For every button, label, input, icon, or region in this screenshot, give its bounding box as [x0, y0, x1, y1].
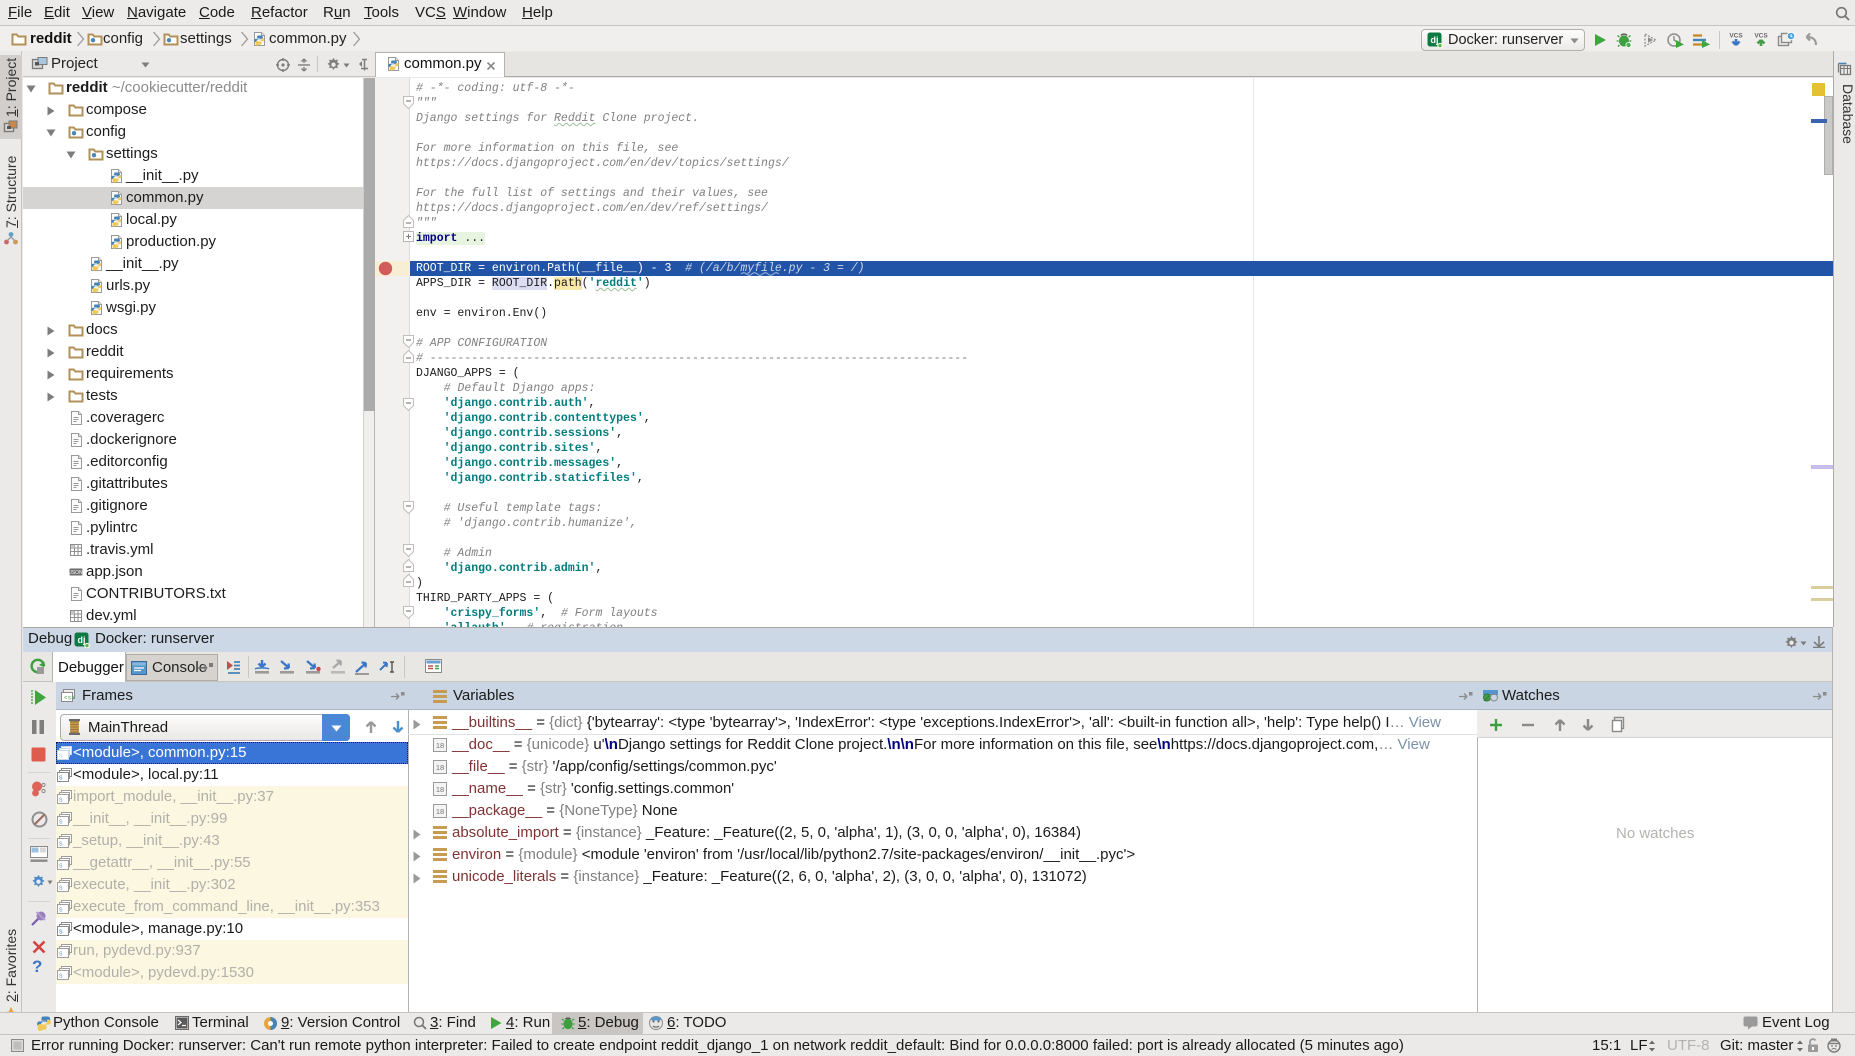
- svg-text:18: 18: [436, 763, 444, 772]
- svg-text:VCS: VCS: [1729, 33, 1743, 40]
- svg-text:s: s: [59, 885, 63, 892]
- svg-text:dj: dj: [78, 635, 86, 645]
- svg-text:s: s: [59, 841, 63, 848]
- svg-text:s: s: [59, 929, 63, 936]
- svg-text:dj: dj: [1431, 35, 1439, 45]
- svg-text:s: s: [59, 753, 63, 760]
- svg-text:s: s: [59, 819, 63, 826]
- svg-text:VCS: VCS: [1754, 33, 1768, 40]
- svg-text:18: 18: [436, 741, 444, 750]
- svg-text:18: 18: [436, 785, 444, 794]
- svg-text:<s>: <s>: [64, 695, 75, 702]
- svg-text:JSON: JSON: [69, 570, 83, 576]
- svg-text:s: s: [59, 797, 63, 804]
- svg-text:s: s: [59, 973, 63, 980]
- svg-text:18: 18: [436, 807, 444, 816]
- svg-text:s: s: [59, 863, 63, 870]
- svg-text:s: s: [59, 951, 63, 958]
- svg-text:s: s: [59, 775, 63, 782]
- svg-text:s: s: [59, 907, 63, 914]
